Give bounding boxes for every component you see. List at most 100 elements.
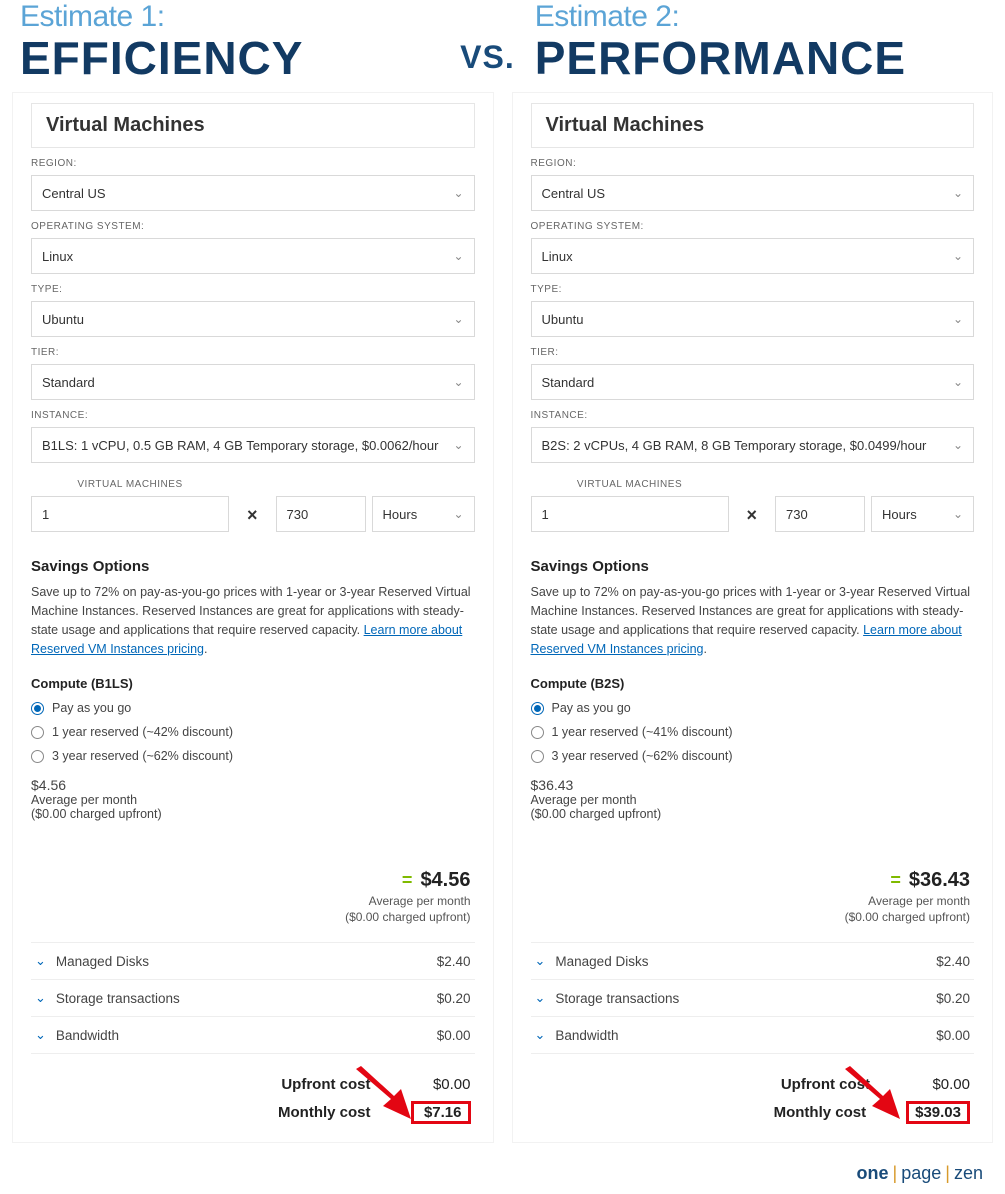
chevron-down-icon: ⌄ <box>535 990 546 1006</box>
highlight-arrow-icon <box>351 1064 421 1124</box>
vm-count-label: VIRTUAL MACHINES <box>31 479 229 490</box>
bandwidth-row[interactable]: ⌄Bandwidth $0.00 <box>531 1016 975 1054</box>
average-label: Average per month <box>31 793 475 807</box>
chevron-down-icon: ⌄ <box>453 312 463 326</box>
storage-transactions-row[interactable]: ⌄Storage transactions $0.20 <box>531 979 975 1016</box>
managed-disks-row[interactable]: ⌄Managed Disks $2.40 <box>31 942 475 979</box>
multiply-icon: × <box>729 505 776 526</box>
hours-unit-value: Hours <box>383 507 418 522</box>
instance-select[interactable]: B1LS: 1 vCPU, 0.5 GB RAM, 4 GB Temporary… <box>31 427 475 463</box>
managed-disks-value: $2.40 <box>437 954 471 969</box>
reserved-1yr-radio[interactable]: 1 year reserved (~42% discount) <box>31 725 475 739</box>
payasyougo-radio[interactable]: Pay as you go <box>531 701 975 715</box>
chevron-down-icon: ⌄ <box>535 953 546 969</box>
average-amount: $36.43 <box>531 777 975 793</box>
separator-icon: | <box>941 1163 954 1183</box>
os-value: Linux <box>42 249 73 264</box>
instance-value: B2S: 2 vCPUs, 4 GB RAM, 8 GB Temporary s… <box>542 438 927 453</box>
tier-label: TIER: <box>531 347 975 358</box>
radio-checked-icon <box>31 702 44 715</box>
chevron-down-icon: ⌄ <box>453 438 463 452</box>
hours-input[interactable] <box>276 496 366 532</box>
savings-description: Save up to 72% on pay-as-you-go prices w… <box>531 583 975 658</box>
estimate1-panel: Virtual Machines REGION: Central US ⌄ OP… <box>12 92 494 1143</box>
reserved-1yr-radio[interactable]: 1 year reserved (~41% discount) <box>531 725 975 739</box>
section-title-box: Virtual Machines <box>31 103 475 148</box>
os-select[interactable]: Linux ⌄ <box>531 238 975 274</box>
radio-icon <box>531 726 544 739</box>
vm-count-input[interactable] <box>31 496 229 532</box>
average-block: $36.43 Average per month ($0.00 charged … <box>531 777 975 821</box>
os-value: Linux <box>542 249 573 264</box>
chevron-down-icon: ⌄ <box>953 507 963 521</box>
hours-input[interactable] <box>775 496 865 532</box>
managed-disks-row[interactable]: ⌄Managed Disks $2.40 <box>531 942 975 979</box>
footer-brand: one|page|zen <box>0 1143 1005 1194</box>
section-title: Virtual Machines <box>546 114 960 137</box>
reserved-3yr-radio[interactable]: 3 year reserved (~62% discount) <box>31 749 475 763</box>
average-label: Average per month <box>531 793 975 807</box>
bandwidth-value: $0.00 <box>936 1028 970 1043</box>
type-select[interactable]: Ubuntu ⌄ <box>531 301 975 337</box>
upfront-note: ($0.00 charged upfront) <box>31 807 475 821</box>
os-label: OPERATING SYSTEM: <box>31 221 475 232</box>
tier-select[interactable]: Standard ⌄ <box>31 364 475 400</box>
compute-heading: Compute (B2S) <box>531 676 975 691</box>
region-select[interactable]: Central US ⌄ <box>31 175 475 211</box>
estimate1-label: Estimate 1: <box>20 0 442 34</box>
chevron-down-icon: ⌄ <box>35 953 46 969</box>
average-amount: $4.56 <box>31 777 475 793</box>
reserved-3yr-radio[interactable]: 3 year reserved (~62% discount) <box>531 749 975 763</box>
savings-heading: Savings Options <box>31 558 475 575</box>
chevron-down-icon: ⌄ <box>35 1027 46 1043</box>
radio-icon <box>31 750 44 763</box>
os-label: OPERATING SYSTEM: <box>531 221 975 232</box>
radio-icon <box>31 726 44 739</box>
compute-sum-amount: $36.43 <box>909 869 970 891</box>
tier-value: Standard <box>42 375 95 390</box>
hours-unit-select[interactable]: Hours ⌄ <box>871 496 974 532</box>
instance-select[interactable]: B2S: 2 vCPUs, 4 GB RAM, 8 GB Temporary s… <box>531 427 975 463</box>
type-label: TYPE: <box>31 284 475 295</box>
storage-transactions-value: $0.20 <box>936 991 970 1006</box>
tier-value: Standard <box>542 375 595 390</box>
instance-label: INSTANCE: <box>31 410 475 421</box>
chevron-down-icon: ⌄ <box>453 249 463 263</box>
vm-count-label: VIRTUAL MACHINES <box>531 479 729 490</box>
estimate1-title: EFFICIENCY <box>20 34 442 82</box>
monthly-cost-value: $39.03 <box>906 1101 970 1124</box>
type-select[interactable]: Ubuntu ⌄ <box>31 301 475 337</box>
radio-checked-icon <box>531 702 544 715</box>
vs-label: VS. <box>442 39 535 82</box>
equals-icon: = <box>890 870 901 891</box>
section-title: Virtual Machines <box>46 114 460 137</box>
tier-label: TIER: <box>31 347 475 358</box>
upfront-cost-value: $0.00 <box>910 1076 970 1093</box>
type-label: TYPE: <box>531 284 975 295</box>
storage-transactions-value: $0.20 <box>437 991 471 1006</box>
chevron-down-icon: ⌄ <box>453 186 463 200</box>
compute-summary: =$36.43 Average per month ($0.00 charged… <box>531 869 975 924</box>
compute-summary: =$4.56 Average per month ($0.00 charged … <box>31 869 475 924</box>
chevron-down-icon: ⌄ <box>35 990 46 1006</box>
savings-description: Save up to 72% on pay-as-you-go prices w… <box>31 583 475 658</box>
hours-unit-select[interactable]: Hours ⌄ <box>372 496 475 532</box>
chevron-down-icon: ⌄ <box>953 249 963 263</box>
region-label: REGION: <box>31 158 475 169</box>
region-select[interactable]: Central US ⌄ <box>531 175 975 211</box>
multiply-icon: × <box>229 505 276 526</box>
payasyougo-radio[interactable]: Pay as you go <box>31 701 475 715</box>
region-value: Central US <box>42 186 106 201</box>
bandwidth-row[interactable]: ⌄Bandwidth $0.00 <box>31 1016 475 1054</box>
managed-disks-value: $2.40 <box>936 954 970 969</box>
storage-transactions-row[interactable]: ⌄Storage transactions $0.20 <box>31 979 475 1016</box>
instance-value: B1LS: 1 vCPU, 0.5 GB RAM, 4 GB Temporary… <box>42 438 438 453</box>
os-select[interactable]: Linux ⌄ <box>31 238 475 274</box>
compute-sum-amount: $4.56 <box>420 869 470 891</box>
tier-select[interactable]: Standard ⌄ <box>531 364 975 400</box>
instance-label: INSTANCE: <box>531 410 975 421</box>
vm-count-input[interactable] <box>531 496 729 532</box>
average-block: $4.56 Average per month ($0.00 charged u… <box>31 777 475 821</box>
highlight-arrow-icon <box>840 1064 910 1124</box>
chevron-down-icon: ⌄ <box>453 507 463 521</box>
